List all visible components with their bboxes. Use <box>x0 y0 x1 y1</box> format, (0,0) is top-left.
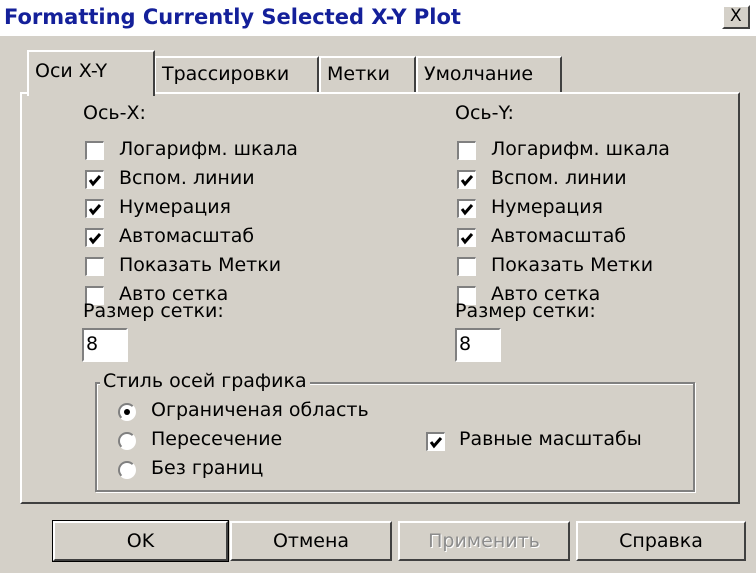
title-bar: Formatting Currently Selected X-Y Plot X <box>0 0 756 36</box>
x-axis-checkbox[interactable] <box>85 199 104 218</box>
y-axis-checkbox[interactable] <box>457 228 476 247</box>
checkmark-icon <box>429 437 443 449</box>
tab-xy-axes[interactable]: Оси X-Y <box>27 50 155 96</box>
close-icon: X <box>730 6 742 26</box>
checkmark-icon <box>460 175 474 187</box>
x-axis-checkbox[interactable] <box>85 170 104 189</box>
y-axis-checkbox[interactable] <box>457 199 476 218</box>
x-axis-checkbox[interactable] <box>85 257 104 276</box>
radio-bounded-area-label[interactable]: Ограниченая область <box>151 399 369 421</box>
y-axis-checkbox[interactable] <box>457 141 476 160</box>
tab-traces[interactable]: Трассировки <box>154 56 319 94</box>
y-axis-option-label[interactable]: Нумерация <box>491 196 603 218</box>
tab-labels-label: Метки <box>327 63 390 85</box>
y-axis-heading: Ось-Y: <box>455 102 514 124</box>
checkmark-icon <box>88 233 102 245</box>
y-axis-option-label[interactable]: Логарифм. шкала <box>491 138 670 160</box>
x-axis-checkbox[interactable] <box>85 228 104 247</box>
x-axis-checkbox[interactable] <box>85 141 104 160</box>
x-axis-option-label[interactable]: Показать Метки <box>119 254 281 276</box>
y-axis-option-label[interactable]: Автомасштаб <box>491 225 626 247</box>
radio-dot <box>124 409 130 415</box>
x-axis-option-label[interactable]: Автомасштаб <box>119 225 254 247</box>
close-button[interactable]: X <box>722 5 750 29</box>
tab-traces-label: Трассировки <box>162 63 290 85</box>
x-axis-option-label[interactable]: Вспом. линии <box>119 167 255 189</box>
y-grid-size-label: Размер сетки: <box>455 300 596 322</box>
equal-scales-label[interactable]: Равные масштабы <box>459 428 642 450</box>
radio-crossing[interactable] <box>118 432 136 450</box>
x-grid-size-label: Размер сетки: <box>83 300 224 322</box>
y-grid-size-input[interactable]: 8 <box>455 328 501 362</box>
y-axis-checkbox[interactable] <box>457 170 476 189</box>
x-axis-option-label[interactable]: Нумерация <box>119 196 231 218</box>
ok-button[interactable]: OK <box>52 520 229 562</box>
axis-style-legend: Стиль осей графика <box>100 370 310 392</box>
checkmark-icon <box>460 204 474 216</box>
window-title: Formatting Currently Selected X-Y Plot <box>4 5 461 29</box>
x-axis-heading: Ось-Х: <box>83 102 146 124</box>
y-axis-checkbox[interactable] <box>457 257 476 276</box>
radio-crossing-label[interactable]: Пересечение <box>151 428 282 450</box>
radio-no-borders[interactable] <box>118 461 136 479</box>
y-axis-option-label[interactable]: Вспом. линии <box>491 167 627 189</box>
cancel-button[interactable]: Отмена <box>230 521 392 561</box>
apply-button[interactable]: Применить <box>398 521 570 561</box>
checkmark-icon <box>460 233 474 245</box>
checkmark-icon <box>88 175 102 187</box>
radio-bounded-area[interactable] <box>118 403 136 421</box>
tab-xy-axes-label: Оси X-Y <box>35 60 108 82</box>
help-button[interactable]: Справка <box>576 521 746 561</box>
tab-defaults[interactable]: Умолчание <box>416 56 562 94</box>
x-axis-option-label[interactable]: Логарифм. шкала <box>119 138 298 160</box>
y-axis-option-label[interactable]: Показать Метки <box>491 254 653 276</box>
equal-scales-checkbox[interactable] <box>426 432 445 451</box>
checkmark-icon <box>88 204 102 216</box>
tab-defaults-label: Умолчание <box>424 63 534 85</box>
tab-labels[interactable]: Метки <box>319 56 416 94</box>
radio-no-borders-label[interactable]: Без границ <box>151 457 263 479</box>
x-grid-size-input[interactable]: 8 <box>82 328 128 362</box>
